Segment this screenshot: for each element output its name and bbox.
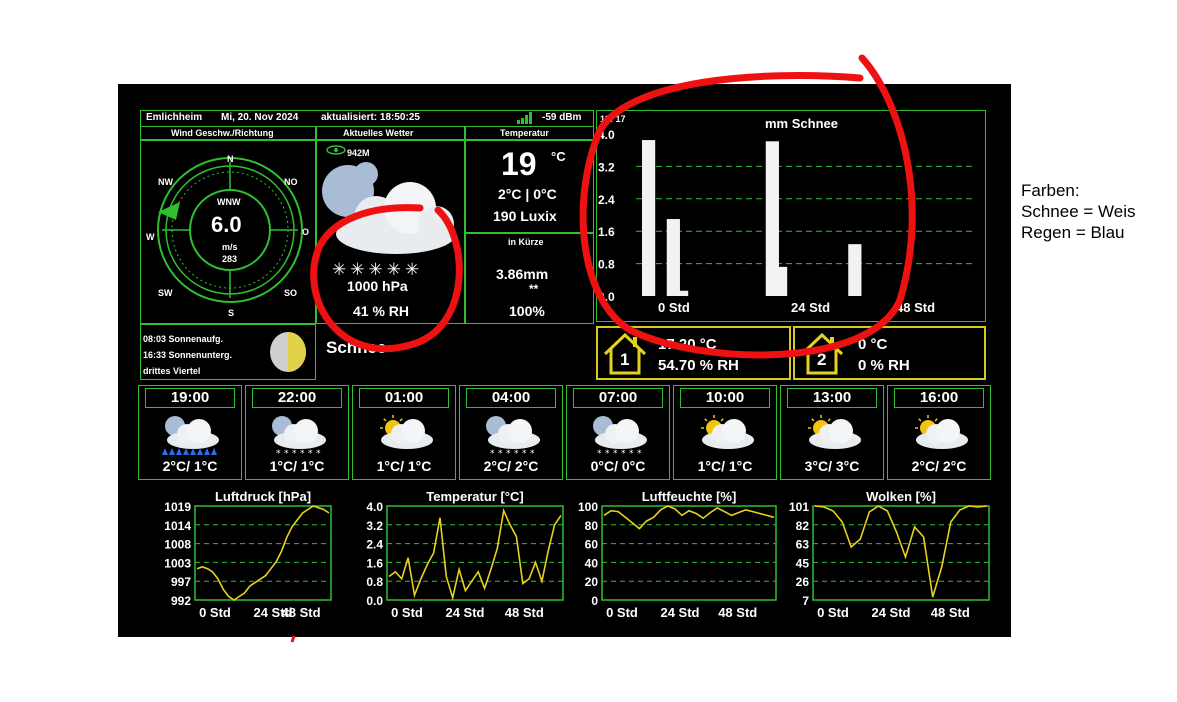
note-rain: Regen = Blau xyxy=(1021,223,1125,242)
note-snow: Schnee = Weis xyxy=(1021,202,1136,221)
red-annotation-strokes xyxy=(290,54,916,643)
color-legend-note: Farben: Schnee = Weis Regen = Blau xyxy=(1021,180,1136,243)
note-title: Farben: xyxy=(1021,181,1080,200)
